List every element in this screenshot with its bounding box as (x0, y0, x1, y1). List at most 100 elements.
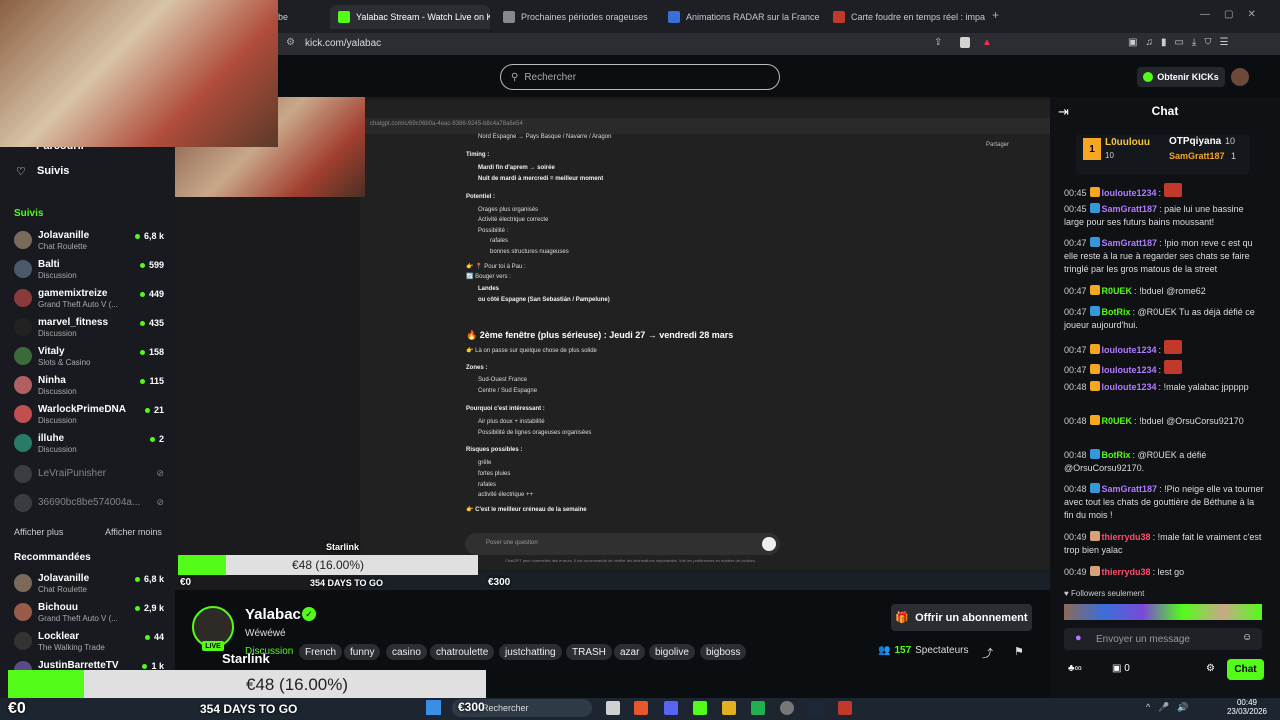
stream-tag[interactable]: casino (386, 644, 427, 660)
stream-tag[interactable]: funny (344, 644, 381, 660)
browser-toolbar-icons[interactable]: ▣♫▮▭⤓⛉☰ (1128, 37, 1236, 48)
sidebar-channel[interactable]: Bichouu Grand Theft Auto V (... 2,9 k (14, 600, 164, 628)
stream-tag[interactable]: justchatting (499, 644, 562, 660)
stream-tag[interactable]: chatroulette (430, 644, 495, 660)
kick-icon (338, 11, 350, 23)
gift-subscription-button[interactable]: 🎁 Offrir un abonnement (891, 604, 1032, 631)
show-more-link[interactable]: Afficher plus (14, 527, 63, 537)
sidebar-channel[interactable]: Balti Discussion 599 (14, 257, 164, 285)
message-user[interactable]: louloute1234 (1102, 382, 1157, 392)
share-icon[interactable]: ⤴ (982, 645, 993, 661)
sidebar-channel[interactable]: Locklear The Walking Trade 44 (14, 629, 164, 657)
app-icon[interactable] (751, 701, 765, 715)
emote-bar[interactable] (1064, 604, 1262, 620)
doc-line: ou côté Espagne (San Sebastián / Pampelu… (478, 297, 610, 303)
windows-start-icon[interactable] (426, 700, 441, 715)
avatar (14, 574, 32, 592)
channel-category: Grand Theft Auto V (... (38, 300, 118, 309)
discord-icon[interactable] (664, 701, 678, 715)
doc-line: grêle (478, 460, 492, 466)
goal-label: Starlink (326, 542, 360, 552)
streamer-name[interactable]: Yalabac (245, 606, 301, 623)
follow-icon[interactable]: ⚑ (1014, 645, 1024, 658)
message-user[interactable]: SamGratt187 (1102, 484, 1158, 494)
url-field[interactable]: kick.com/yalabac (305, 38, 381, 49)
kick-app-icon[interactable] (693, 701, 707, 715)
badge-icon (1089, 415, 1100, 425)
message-user[interactable]: louloute1234 (1102, 188, 1157, 198)
get-kicks-button[interactable]: Obtenir KICKs (1137, 67, 1225, 87)
leaderboard-user[interactable]: L0uulouu (1105, 137, 1150, 148)
chat-send-button[interactable]: Chat (1227, 659, 1264, 680)
brave-icon[interactable] (634, 701, 648, 715)
sidebar-nav-following[interactable]: Suivis (37, 165, 69, 177)
chat-message-input[interactable]: Envoyer un message (1064, 628, 1262, 650)
obs-icon[interactable] (780, 701, 794, 715)
sidebar-channel-offline[interactable]: 36690bc8be574004a... ⊘ (14, 491, 164, 519)
browser-tab[interactable]: Animations RADAR sur la France pa ✕ (660, 5, 820, 29)
message-user[interactable]: BotRix (1102, 450, 1131, 460)
viewer-count: 21 (144, 405, 164, 415)
sidebar-channel[interactable]: Jolavanille Chat Roulette 6,8 k (14, 571, 164, 599)
task-view-icon[interactable] (606, 701, 620, 715)
channel-category: Slots & Casino (38, 358, 91, 367)
sidebar-channel[interactable]: Ninha Discussion 115 (14, 373, 164, 401)
leaderboard-points: 1 (1231, 151, 1237, 161)
system-tray-icons[interactable]: ^🎤🔊 (1146, 702, 1197, 713)
avatar (14, 494, 32, 512)
app-icon[interactable] (722, 701, 736, 715)
stream-tag[interactable]: TRASH (566, 644, 612, 660)
window-controls[interactable]: —▢✕ (1200, 9, 1270, 20)
new-tab-icon[interactable]: + (992, 8, 999, 22)
leaderboard-user[interactable]: OTPqiyana (1169, 136, 1221, 147)
stream-tag[interactable]: French (299, 644, 343, 660)
message-user[interactable]: louloute1234 (1102, 365, 1157, 375)
user-avatar[interactable] (1231, 68, 1249, 86)
tab-label: Animations RADAR sur la France pa (686, 12, 820, 22)
message-user[interactable]: SamGratt187 (1102, 238, 1158, 248)
get-kicks-label: Obtenir KICKs (1157, 72, 1219, 82)
close-icon[interactable]: ✕ (654, 12, 655, 23)
browser-tab[interactable]: Prochaines périodes orageuses ✕ (495, 5, 655, 29)
emote-icon (1163, 183, 1182, 197)
brave-rewards-icon[interactable]: ▲ (982, 37, 992, 48)
browser-tab-active[interactable]: Yalabac Stream - Watch Live on K ✕ (330, 5, 490, 29)
search-placeholder: Rechercher (524, 71, 577, 83)
message-user[interactable]: SamGratt187 (1102, 204, 1158, 214)
sidebar-channel[interactable]: WarlockPrimeDNA Discussion 21 (14, 402, 164, 430)
site-info-icon[interactable]: ⚙ (286, 37, 295, 48)
sidebar-channel[interactable]: illuhe Discussion 2 (14, 431, 164, 459)
steam-icon[interactable] (809, 701, 823, 715)
search-input[interactable]: ⚲ Rechercher (500, 64, 780, 90)
leaderboard-user[interactable]: SamGratt187 (1169, 151, 1225, 161)
sidebar-channel[interactable]: Jolavanille Chat Roulette 6,8 k (14, 228, 164, 256)
browser-tab[interactable]: be (270, 5, 325, 29)
commands-icon[interactable]: ♣∞ (1068, 663, 1082, 674)
emoji-icon[interactable]: ☺ (1242, 632, 1252, 643)
media-player-icon[interactable] (838, 701, 852, 715)
message-text: !bduel @OrsuCorsu92170 (1139, 416, 1244, 426)
message-user[interactable]: thierrydu38 (1102, 567, 1151, 577)
message-user[interactable]: thierrydu38 (1102, 532, 1151, 542)
show-less-link[interactable]: Afficher moins (105, 527, 162, 537)
message-user[interactable]: R0UEK (1102, 286, 1133, 296)
browser-tab[interactable]: Carte foudre en temps réel : impact ✕ (825, 5, 985, 29)
message-user[interactable]: BotRix (1102, 307, 1131, 317)
sidebar-channel-offline[interactable]: LeVraiPunisher ⊘ (14, 462, 164, 490)
message-time: 00:47 (1064, 365, 1087, 375)
sidebar-channel[interactable]: gamemixtreize Grand Theft Auto V (... 449 (14, 286, 164, 314)
mic-icon[interactable]: ● (1075, 632, 1082, 644)
stream-tag[interactable]: azar (614, 644, 646, 660)
stream-tag[interactable]: bigolive (649, 644, 695, 660)
message-user[interactable]: R0UEK (1102, 416, 1133, 426)
sidebar-channel[interactable]: Vitaly Slots & Casino 158 (14, 344, 164, 372)
stream-tag[interactable]: bigboss (700, 644, 747, 660)
channel-points[interactable]: ▣ 0 (1112, 663, 1130, 674)
sidebar-channel[interactable]: marvel_fitness Discussion 435 (14, 315, 164, 343)
avatar (14, 434, 32, 452)
share-icon[interactable]: ⇪ (934, 37, 942, 48)
gear-icon[interactable]: ⚙ (1206, 663, 1215, 674)
taskbar-clock[interactable]: 00:49 23/03/2026 (1224, 698, 1270, 716)
shield-icon[interactable] (960, 37, 970, 48)
message-user[interactable]: louloute1234 (1102, 345, 1157, 355)
